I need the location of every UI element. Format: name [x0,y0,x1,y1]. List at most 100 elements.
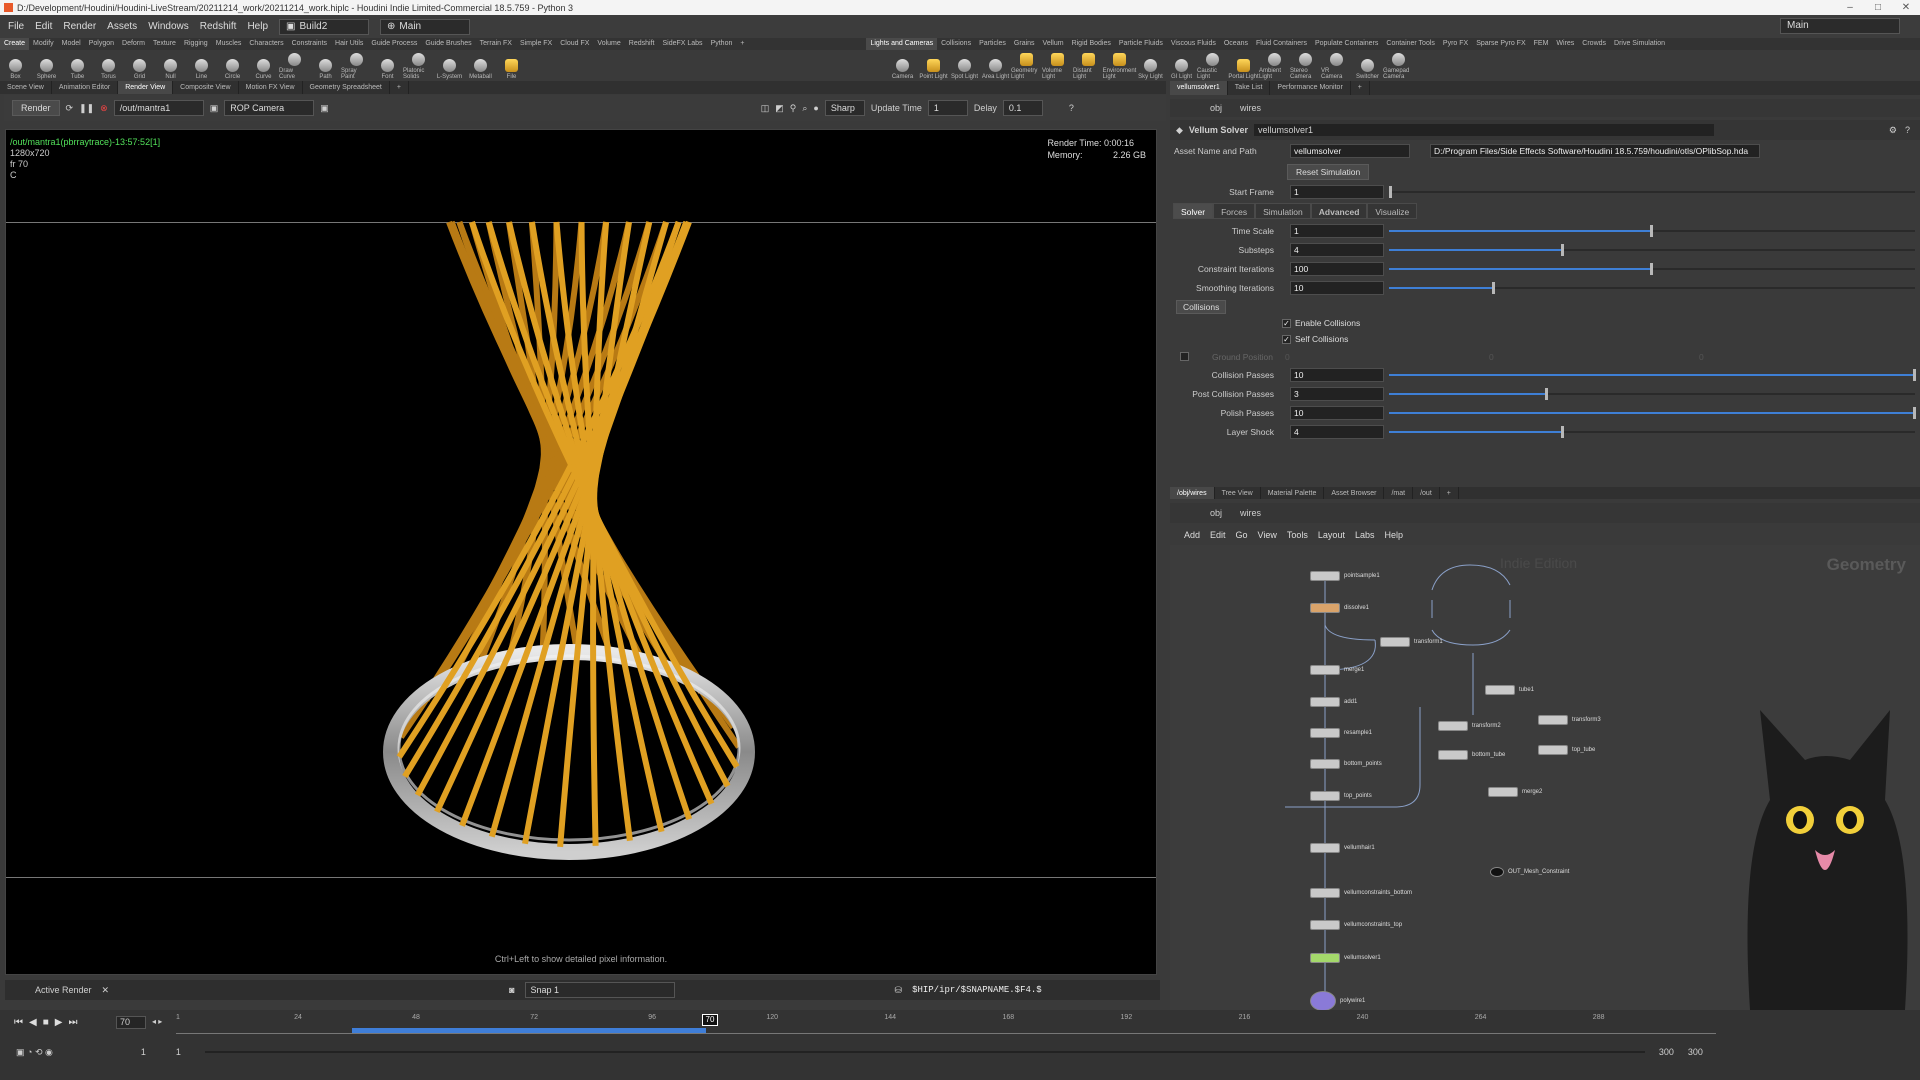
refresh-icon[interactable]: ⟳ [66,103,74,114]
tool-sphere[interactable]: Sphere [31,50,62,80]
tab-simulation[interactable]: Simulation [1255,203,1311,219]
shelf-tab[interactable]: Viscous Fluids [1167,38,1220,50]
node-vellumconstraints-top[interactable]: vellumconstraints_top [1310,920,1402,930]
tab-forces[interactable]: Forces [1213,203,1256,219]
shelf-tab[interactable]: Modify [29,38,58,50]
realtime-icon[interactable]: ▣ ◔ ⟲ ◉ [16,1047,53,1058]
add-shelf-icon[interactable]: + [736,38,748,50]
desktop-selector[interactable]: ▣ Build2 [279,18,370,35]
node-transform2[interactable]: transform2 [1438,721,1501,731]
shelf-tab[interactable]: Rigid Bodies [1068,38,1115,50]
shelf-tab[interactable]: Pyro FX [1439,38,1472,50]
menu-help[interactable]: Help [247,21,268,32]
shelf-tab[interactable]: Polygon [85,38,118,50]
param-field[interactable]: 100 [1290,261,1384,276]
range-start2-field[interactable]: 1 [176,1047,181,1057]
node-merge2[interactable]: merge2 [1488,787,1542,797]
wires-path[interactable]: wires [1240,508,1261,518]
shelf-tab[interactable]: Vellum [1039,38,1068,50]
shelf-tab[interactable]: Grains [1010,38,1039,50]
region-icon[interactable]: ◩ [775,103,784,114]
tool-environment-light[interactable]: Environment Light [1103,50,1136,80]
param-slider[interactable] [1389,425,1915,439]
node-transform3[interactable]: transform3 [1538,715,1601,725]
jump-end-icon[interactable]: ⏭ [68,1017,77,1028]
tool-portal-light[interactable]: Portal Light [1228,50,1259,80]
jump-start-icon[interactable]: ⏮ [14,1017,23,1028]
tool-caustic-light[interactable]: Caustic Light [1197,50,1228,80]
shelf-tab[interactable]: Deform [118,38,149,50]
shelf-tab[interactable]: Hair Utils [331,38,367,50]
node-bottom-points[interactable]: bottom_points [1310,759,1382,769]
tab-render-view[interactable]: Render View [118,81,174,94]
tool-point-light[interactable]: Point Light [918,50,949,80]
menu-assets[interactable]: Assets [107,21,137,32]
tab-solver[interactable]: Solver [1173,203,1214,219]
frame-marker[interactable]: 70 [702,1014,718,1026]
range-end-field[interactable]: 300 [1659,1047,1674,1057]
tab-tree-view[interactable]: Tree View [1215,487,1261,499]
param-field[interactable]: 4 [1290,424,1384,439]
param-field[interactable]: 3 [1290,386,1384,401]
tab-advanced[interactable]: Advanced [1310,203,1368,219]
node-vellumhair1[interactable]: vellumhair1 [1310,843,1375,853]
param-slider[interactable] [1389,281,1915,295]
param-slider[interactable] [1389,368,1916,382]
tool-gi-light[interactable]: GI Light [1166,50,1197,80]
shelf-tab[interactable]: Crowds [1578,38,1610,50]
net-menu-labs[interactable]: Labs [1355,530,1375,540]
tab-composite-view[interactable]: Composite View [173,81,239,94]
tab-geometry-spreadsheet[interactable]: Geometry Spreadsheet [303,81,390,94]
active-render-selector[interactable]: Active Render [35,985,92,995]
tab-obj-wires[interactable]: /obj/wires [1170,487,1215,499]
wires-path[interactable]: wires [1240,103,1261,113]
shelf-tab[interactable]: Simple FX [516,38,556,50]
frame-ruler[interactable]: 1 24 48 72 96 120 144 168 192 216 240 264 288 70 [176,1012,1716,1034]
menu-windows[interactable]: Windows [148,21,189,32]
asset-path[interactable]: D:/Program Files/Side Effects Software/H… [1430,143,1760,158]
reset-simulation-button[interactable]: Reset Simulation [1287,163,1370,180]
tool-curve[interactable]: Curve [248,50,279,80]
node-merge1[interactable]: merge1 [1310,665,1364,675]
stop-icon[interactable]: ⊗ [100,103,108,114]
snap-field[interactable]: Snap 1 [524,982,675,998]
help-icon[interactable]: ? [1069,103,1074,113]
shelf-tab-create[interactable]: Create [0,38,30,50]
add-tab-icon[interactable]: + [1351,81,1370,95]
node-transform1[interactable]: transform1 [1380,637,1443,647]
tool-sky-light[interactable]: Sky Light [1135,50,1166,80]
tab-vellumsolver1[interactable]: vellumsolver1 [1170,81,1228,95]
net-menu-help[interactable]: Help [1384,530,1403,540]
tool-box[interactable]: Box [0,50,31,80]
tool-draw-curve[interactable]: Draw Curve [279,50,310,80]
tool-path[interactable]: Path [310,50,341,80]
menu-redshift[interactable]: Redshift [200,21,237,32]
asset-selector[interactable]: vellumsolver [1290,143,1410,158]
shelf-tab[interactable]: Sparse Pyro FX [1472,38,1529,50]
shelf-tab[interactable]: Rigging [180,38,212,50]
help-icon[interactable]: ? [1905,125,1910,136]
shelf-tab[interactable]: Model [58,38,85,50]
shelf-tab[interactable]: Cloud FX [556,38,593,50]
tool-geometry-light[interactable]: Geometry Light [1011,50,1042,80]
param-slider[interactable] [1389,406,1916,420]
ground-y[interactable]: 0 [1489,352,1699,362]
gear-icon[interactable]: ⚙ [1889,125,1897,136]
tool-metaball[interactable]: Metaball [465,50,496,80]
close-snapshot-icon[interactable]: ✕ [102,985,110,996]
render-button[interactable]: Render [12,100,60,116]
tool-file[interactable]: File [496,50,527,80]
net-menu-layout[interactable]: Layout [1318,530,1345,540]
snapshot-path[interactable]: $HIP/ipr/$SNAPNAME.$F4.$ [912,985,1042,995]
param-field[interactable]: 10 [1290,405,1384,420]
param-field[interactable]: 4 [1290,242,1384,257]
range-start-field[interactable]: 1 [141,1047,146,1057]
net-menu-tools[interactable]: Tools [1287,530,1308,540]
net-menu-go[interactable]: Go [1236,530,1248,540]
collisions-header[interactable]: Collisions [1176,299,1227,314]
range-slider[interactable] [204,1051,1645,1053]
shading-selector[interactable]: Sharp [824,100,865,116]
node-pointsample1[interactable]: pointsample1 [1310,571,1380,581]
obj-path[interactable]: obj [1210,103,1222,113]
render-viewport[interactable]: /out/mantra1(pbrraytrace)-13:57:52[1] 12… [5,129,1157,975]
